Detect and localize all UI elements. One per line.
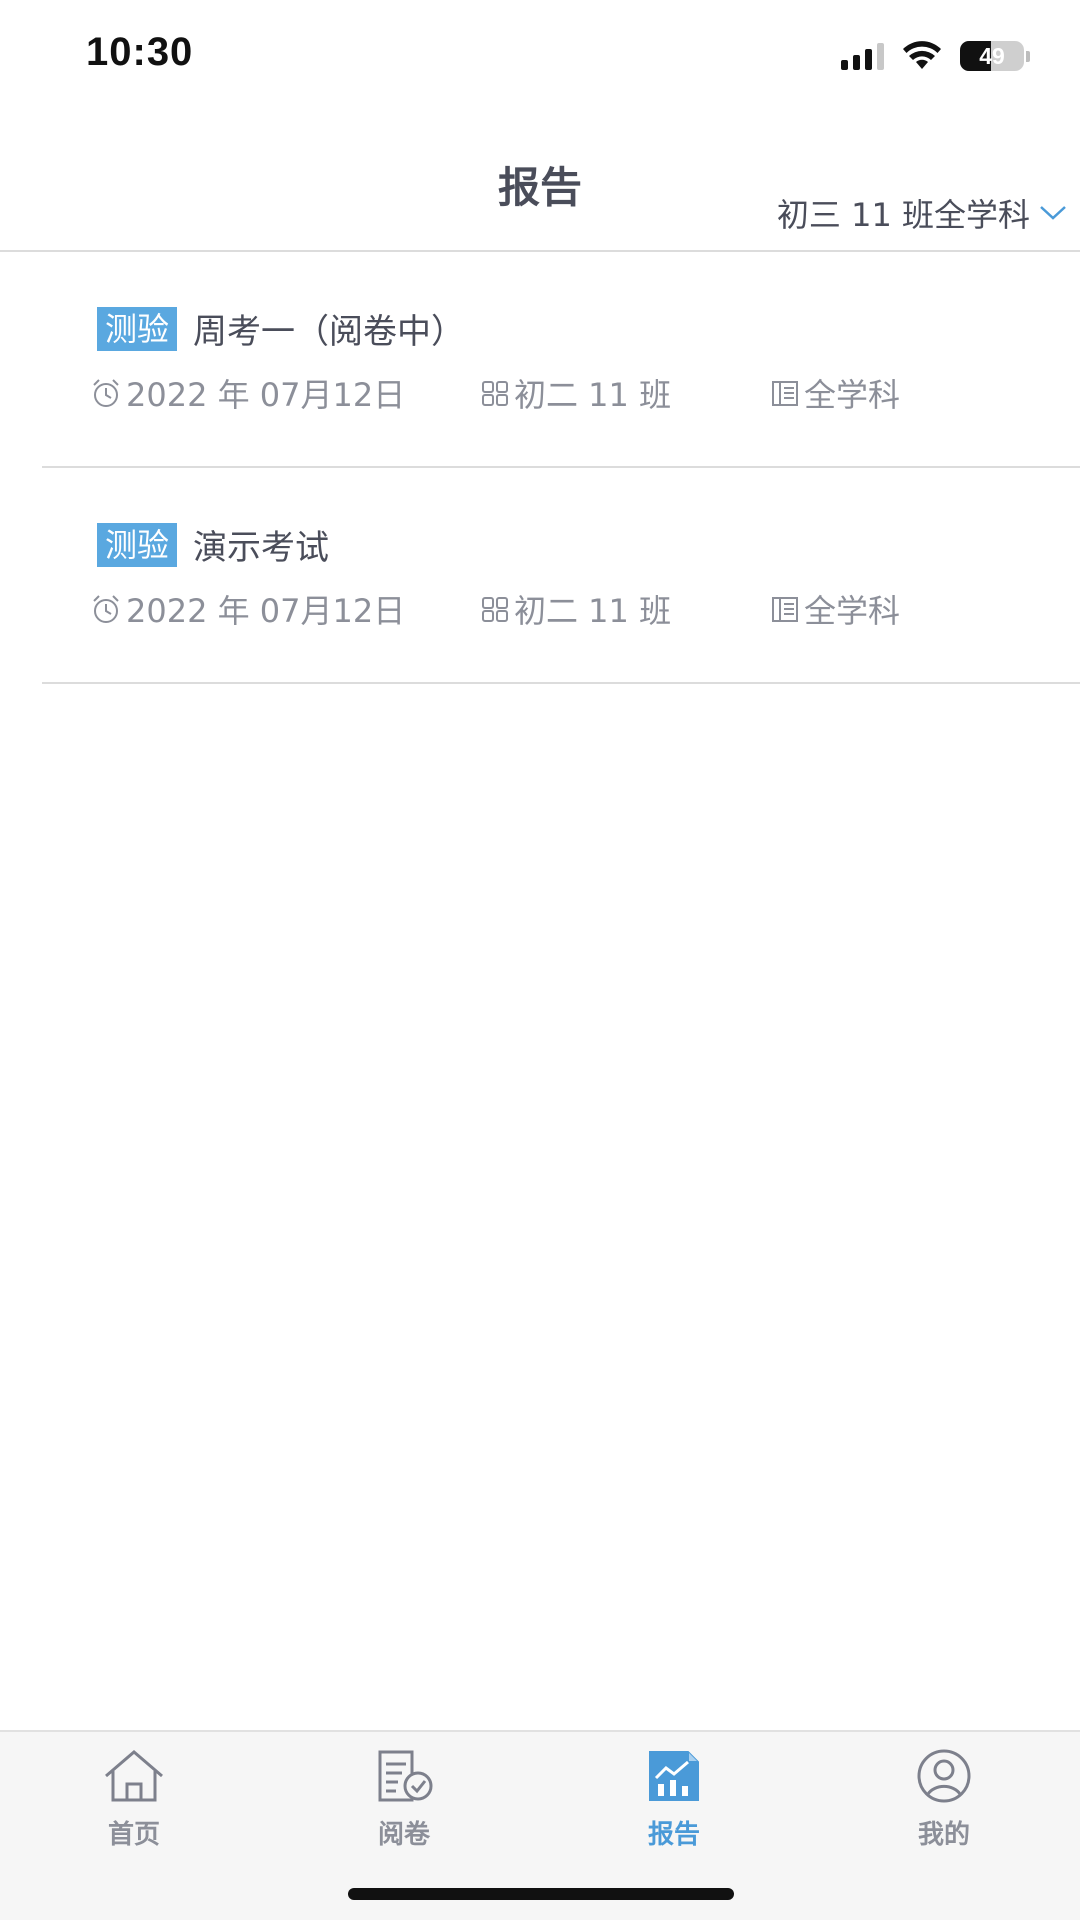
nav-header: 报告 初三 11 班全学科 (0, 110, 1080, 252)
report-title: 周考一（阅卷中） (193, 312, 466, 352)
report-date: 2022 年 07月12日 (126, 592, 406, 630)
meta-date: 2022 年 07月12日 (90, 370, 405, 416)
class-subject-filter-dropdown[interactable]: 初三 11 班全学科 (777, 190, 1068, 236)
report-date: 2022 年 07月12日 (126, 376, 406, 414)
tab-report[interactable]: 报告 (574, 1732, 774, 1862)
item-meta: 2022 年 07月12日 初二 11 班 全学科 (90, 370, 1080, 414)
tab-label: 阅卷 (377, 1820, 430, 1850)
home-icon (105, 1750, 163, 1802)
alarm-clock-icon (93, 379, 119, 407)
report-class: 初二 11 班 (514, 592, 672, 630)
wifi-icon (903, 41, 941, 69)
paper-check-icon (378, 1750, 433, 1802)
item-title-row: 测验 周考一（阅卷中） (97, 304, 465, 353)
report-subject: 全学科 (804, 592, 901, 630)
tab-label: 首页 (107, 1820, 160, 1850)
item-meta: 2022 年 07月12日 初二 11 班 全学科 (90, 586, 1080, 630)
tab-label: 我的 (917, 1820, 970, 1850)
status-icons: 49 (841, 38, 1030, 74)
tab-label: 报告 (647, 1820, 700, 1850)
battery-cap (1026, 50, 1030, 62)
chevron-down-icon (1038, 204, 1068, 222)
home-indicator[interactable] (348, 1888, 734, 1900)
tab-home[interactable]: 首页 (34, 1732, 234, 1862)
list-item[interactable]: 测验 周考一（阅卷中） 2022 年 07月12日 初二 11 班 全学科 (42, 252, 1080, 468)
class-grid-icon (482, 597, 508, 622)
tab-review[interactable]: 阅卷 (304, 1732, 504, 1862)
item-title-row: 测验 演示考试 (97, 520, 329, 569)
exam-type-tag: 测验 (97, 306, 178, 351)
class-grid-icon (482, 381, 508, 406)
report-screen: 10:30 49 报告 初三 11 班全学科 测验 周考一（阅卷中） 2022 … (0, 0, 1080, 1920)
status-bar: 10:30 49 (0, 0, 1080, 110)
meta-class: 初二 11 班 (480, 586, 671, 632)
report-subject: 全学科 (804, 376, 901, 414)
status-time: 10:30 (86, 30, 194, 74)
meta-date: 2022 年 07月12日 (90, 586, 405, 632)
user-profile-icon (917, 1749, 971, 1803)
book-icon (772, 597, 798, 622)
tab-mine[interactable]: 我的 (844, 1732, 1044, 1862)
exam-type-tag: 测验 (97, 522, 178, 567)
book-icon (772, 381, 798, 406)
cellular-signal-icon (841, 42, 884, 70)
battery-percentage: 49 (979, 43, 1005, 69)
report-list: 测验 周考一（阅卷中） 2022 年 07月12日 初二 11 班 全学科 测验… (0, 252, 1080, 684)
alarm-clock-icon (93, 595, 119, 623)
filter-label: 初三 11 班全学科 (776, 196, 1030, 234)
report-title: 演示考试 (193, 528, 330, 568)
meta-subject: 全学科 (770, 586, 900, 632)
battery-icon: 49 (960, 41, 1024, 71)
list-item[interactable]: 测验 演示考试 2022 年 07月12日 初二 11 班 全学科 (42, 468, 1080, 684)
report-chart-icon (649, 1751, 699, 1801)
meta-class: 初二 11 班 (480, 370, 671, 416)
report-class: 初二 11 班 (514, 376, 672, 414)
meta-subject: 全学科 (770, 370, 900, 416)
